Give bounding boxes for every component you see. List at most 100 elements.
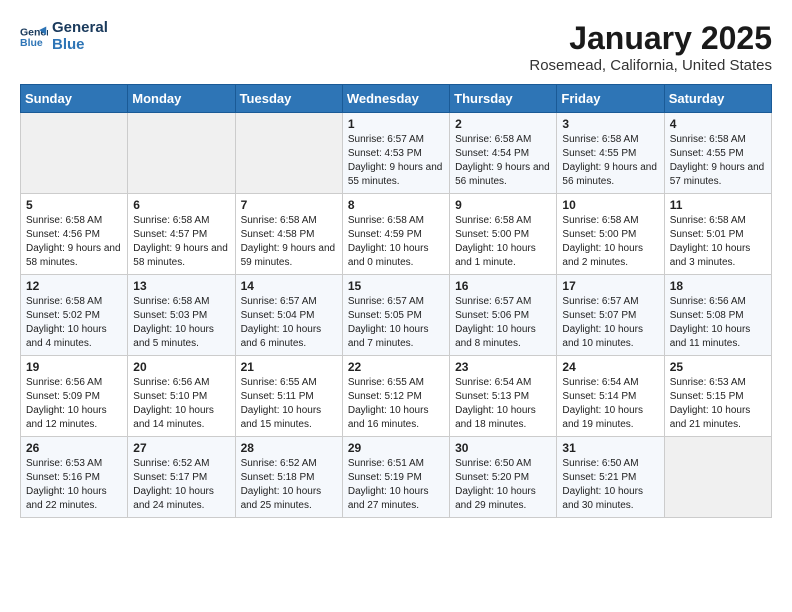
day-number: 19: [26, 360, 122, 374]
calendar-week-row: 1 Sunrise: 6:57 AMSunset: 4:53 PMDaylight…: [21, 113, 772, 194]
calendar-cell: 29Sunrise: 6:51 AMSunset: 5:19 PMDayligh…: [342, 437, 449, 518]
calendar-cell: [235, 113, 342, 194]
calendar-table: SundayMondayTuesdayWednesdayThursdayFrid…: [20, 84, 772, 518]
day-number: 31: [562, 441, 658, 455]
day-info: Sunrise: 6:57 AMSunset: 5:07 PMDaylight:…: [562, 295, 658, 351]
logo-icon: General Blue: [20, 23, 48, 51]
day-info: Sunrise: 6:55 AMSunset: 5:12 PMDaylight:…: [348, 376, 444, 432]
day-info: Sunrise: 6:57 AMSunset: 5:05 PMDaylight:…: [348, 295, 444, 351]
day-number: 1: [348, 117, 444, 131]
calendar-cell: 13 Sunrise: 6:58 AMSunset: 5:03 PMDayligh…: [128, 275, 235, 356]
calendar-cell: 16 Sunrise: 6:57 AMSunset: 5:06 PMDayligh…: [450, 275, 557, 356]
calendar-cell: 7 Sunrise: 6:58 AMSunset: 4:58 PMDaylight…: [235, 194, 342, 275]
day-number: 16: [455, 279, 551, 293]
day-info: Sunrise: 6:58 AMSunset: 5:03 PMDaylight:…: [133, 295, 229, 351]
day-number: 30: [455, 441, 551, 455]
calendar-body: 1 Sunrise: 6:57 AMSunset: 4:53 PMDaylight…: [21, 113, 772, 518]
day-info: Sunrise: 6:54 AMSunset: 5:14 PMDaylight:…: [562, 376, 658, 432]
calendar-cell: 19 Sunrise: 6:56 AMSunset: 5:09 PMDayligh…: [21, 356, 128, 437]
calendar-cell: 24 Sunrise: 6:54 AMSunset: 5:14 PMDayligh…: [557, 356, 664, 437]
weekday-header-wednesday: Wednesday: [342, 85, 449, 113]
day-info: Sunrise: 6:52 AMSunset: 5:18 PMDaylight:…: [241, 457, 337, 513]
svg-text:Blue: Blue: [20, 36, 43, 48]
calendar-cell: 22 Sunrise: 6:55 AMSunset: 5:12 PMDayligh…: [342, 356, 449, 437]
calendar-cell: 31 Sunrise: 6:50 AMSunset: 5:21 PMDayligh…: [557, 437, 664, 518]
day-info: Sunrise: 6:58 AMSunset: 4:55 PMDaylight:…: [562, 133, 658, 189]
calendar-cell: 1 Sunrise: 6:57 AMSunset: 4:53 PMDaylight…: [342, 113, 449, 194]
calendar-cell: 6 Sunrise: 6:58 AMSunset: 4:57 PMDaylight…: [128, 194, 235, 275]
weekday-header-sunday: Sunday: [21, 85, 128, 113]
day-number: 21: [241, 360, 337, 374]
calendar-week-row: 26 Sunrise: 6:53 AMSunset: 5:16 PMDayligh…: [21, 437, 772, 518]
calendar-cell: 5Sunrise: 6:58 AMSunset: 4:56 PMDaylight…: [21, 194, 128, 275]
calendar-cell: 15 Sunrise: 6:57 AMSunset: 5:05 PMDayligh…: [342, 275, 449, 356]
weekday-row: SundayMondayTuesdayWednesdayThursdayFrid…: [21, 85, 772, 113]
calendar-cell: 20Sunrise: 6:56 AMSunset: 5:10 PMDayligh…: [128, 356, 235, 437]
calendar-cell: 14 Sunrise: 6:57 AMSunset: 5:04 PMDayligh…: [235, 275, 342, 356]
day-info: Sunrise: 6:58 AMSunset: 5:01 PMDaylight:…: [670, 214, 766, 270]
calendar-cell: 17 Sunrise: 6:57 AMSunset: 5:07 PMDayligh…: [557, 275, 664, 356]
calendar-cell: 10Sunrise: 6:58 AMSunset: 5:00 PMDayligh…: [557, 194, 664, 275]
day-info: Sunrise: 6:52 AMSunset: 5:17 PMDaylight:…: [133, 457, 229, 513]
logo-blue: Blue: [52, 37, 108, 54]
day-number: 2: [455, 117, 551, 131]
day-info: Sunrise: 6:57 AMSunset: 4:53 PMDaylight:…: [348, 133, 444, 189]
logo: General Blue General Blue: [20, 20, 108, 53]
day-number: 15: [348, 279, 444, 293]
day-number: 12: [26, 279, 122, 293]
calendar-header: SundayMondayTuesdayWednesdayThursdayFrid…: [21, 85, 772, 113]
day-info: Sunrise: 6:58 AMSunset: 4:56 PMDaylight:…: [26, 214, 122, 270]
day-number: 4: [670, 117, 766, 131]
day-number: 11: [670, 198, 766, 212]
day-number: 7: [241, 198, 337, 212]
day-info: Sunrise: 6:56 AMSunset: 5:08 PMDaylight:…: [670, 295, 766, 351]
calendar-title: January 2025: [529, 20, 772, 57]
day-number: 24: [562, 360, 658, 374]
calendar-cell: 21Sunrise: 6:55 AMSunset: 5:11 PMDayligh…: [235, 356, 342, 437]
day-number: 13: [133, 279, 229, 293]
day-info: Sunrise: 6:58 AMSunset: 4:59 PMDaylight:…: [348, 214, 444, 270]
title-section: January 2025 Rosemead, California, Unite…: [529, 20, 772, 74]
calendar-subtitle: Rosemead, California, United States: [529, 57, 772, 74]
day-info: Sunrise: 6:50 AMSunset: 5:21 PMDaylight:…: [562, 457, 658, 513]
calendar-cell: 18 Sunrise: 6:56 AMSunset: 5:08 PMDayligh…: [664, 275, 771, 356]
day-info: Sunrise: 6:57 AMSunset: 5:04 PMDaylight:…: [241, 295, 337, 351]
day-number: 9: [455, 198, 551, 212]
day-info: Sunrise: 6:54 AMSunset: 5:13 PMDaylight:…: [455, 376, 551, 432]
day-number: 8: [348, 198, 444, 212]
day-number: 27: [133, 441, 229, 455]
day-number: 17: [562, 279, 658, 293]
calendar-cell: 3 Sunrise: 6:58 AMSunset: 4:55 PMDaylight…: [557, 113, 664, 194]
day-number: 6: [133, 198, 229, 212]
day-number: 22: [348, 360, 444, 374]
day-number: 26: [26, 441, 122, 455]
day-info: Sunrise: 6:56 AMSunset: 5:10 PMDaylight:…: [133, 376, 229, 432]
day-number: 14: [241, 279, 337, 293]
calendar-cell: 11 Sunrise: 6:58 AMSunset: 5:01 PMDayligh…: [664, 194, 771, 275]
day-info: Sunrise: 6:53 AMSunset: 5:16 PMDaylight:…: [26, 457, 122, 513]
calendar-week-row: 19 Sunrise: 6:56 AMSunset: 5:09 PMDayligh…: [21, 356, 772, 437]
day-number: 18: [670, 279, 766, 293]
calendar-cell: [664, 437, 771, 518]
day-info: Sunrise: 6:58 AMSunset: 5:02 PMDaylight:…: [26, 295, 122, 351]
calendar-cell: 12 Sunrise: 6:58 AMSunset: 5:02 PMDayligh…: [21, 275, 128, 356]
day-info: Sunrise: 6:58 AMSunset: 4:55 PMDaylight:…: [670, 133, 766, 189]
day-number: 3: [562, 117, 658, 131]
calendar-cell: 2Sunrise: 6:58 AMSunset: 4:54 PMDaylight…: [450, 113, 557, 194]
day-info: Sunrise: 6:58 AMSunset: 5:00 PMDaylight:…: [455, 214, 551, 270]
day-number: 25: [670, 360, 766, 374]
calendar-cell: 30 Sunrise: 6:50 AMSunset: 5:20 PMDayligh…: [450, 437, 557, 518]
calendar-cell: [21, 113, 128, 194]
day-info: Sunrise: 6:57 AMSunset: 5:06 PMDaylight:…: [455, 295, 551, 351]
weekday-header-saturday: Saturday: [664, 85, 771, 113]
day-info: Sunrise: 6:58 AMSunset: 4:58 PMDaylight:…: [241, 214, 337, 270]
day-info: Sunrise: 6:56 AMSunset: 5:09 PMDaylight:…: [26, 376, 122, 432]
day-info: Sunrise: 6:51 AMSunset: 5:19 PMDaylight:…: [348, 457, 444, 513]
calendar-cell: 4 Sunrise: 6:58 AMSunset: 4:55 PMDaylight…: [664, 113, 771, 194]
day-info: Sunrise: 6:50 AMSunset: 5:20 PMDaylight:…: [455, 457, 551, 513]
calendar-cell: 25Sunrise: 6:53 AMSunset: 5:15 PMDayligh…: [664, 356, 771, 437]
calendar-week-row: 12 Sunrise: 6:58 AMSunset: 5:02 PMDayligh…: [21, 275, 772, 356]
calendar-cell: 26 Sunrise: 6:53 AMSunset: 5:16 PMDayligh…: [21, 437, 128, 518]
day-info: Sunrise: 6:58 AMSunset: 4:57 PMDaylight:…: [133, 214, 229, 270]
calendar-cell: 8 Sunrise: 6:58 AMSunset: 4:59 PMDaylight…: [342, 194, 449, 275]
